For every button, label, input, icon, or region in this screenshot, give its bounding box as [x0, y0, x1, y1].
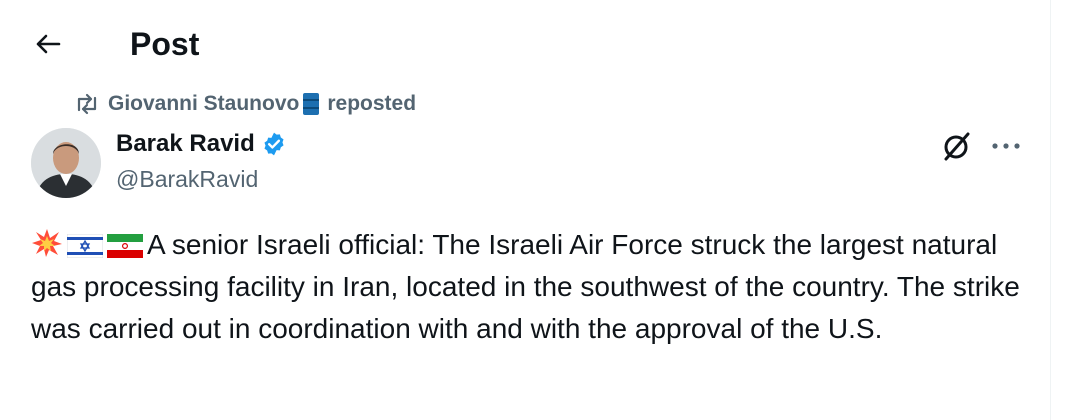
back-button[interactable]	[30, 26, 66, 62]
repost-context: Giovanni Staunovo reposted	[74, 90, 416, 118]
page-title: Post	[130, 26, 200, 62]
more-icon	[992, 143, 1020, 149]
more-button[interactable]	[988, 130, 1024, 162]
author-name[interactable]: Barak Ravid	[116, 128, 255, 160]
back-arrow-icon	[36, 34, 61, 54]
author-handle[interactable]: @BarakRavid	[116, 163, 258, 195]
iran-flag-icon	[107, 234, 143, 258]
grok-button[interactable]	[940, 130, 974, 162]
column-border	[1050, 0, 1051, 420]
author-name-row[interactable]: Barak Ravid	[116, 128, 287, 160]
avatar-image	[31, 128, 101, 198]
post-text: A senior Israeli official: The Israeli A…	[31, 224, 1021, 350]
repost-suffix: reposted	[327, 92, 417, 115]
verified-badge-icon	[264, 132, 284, 156]
avatar[interactable]	[31, 128, 101, 198]
israel-flag-icon	[67, 234, 103, 258]
grok-icon	[944, 132, 970, 161]
repost-user[interactable]: Giovanni Staunovo	[108, 92, 299, 116]
repost-icon	[77, 93, 97, 115]
post-text-body: A senior Israeli official: The Israeli A…	[31, 229, 1020, 344]
oil-barrel-icon	[303, 93, 320, 115]
collision-emoji-icon	[32, 229, 62, 257]
